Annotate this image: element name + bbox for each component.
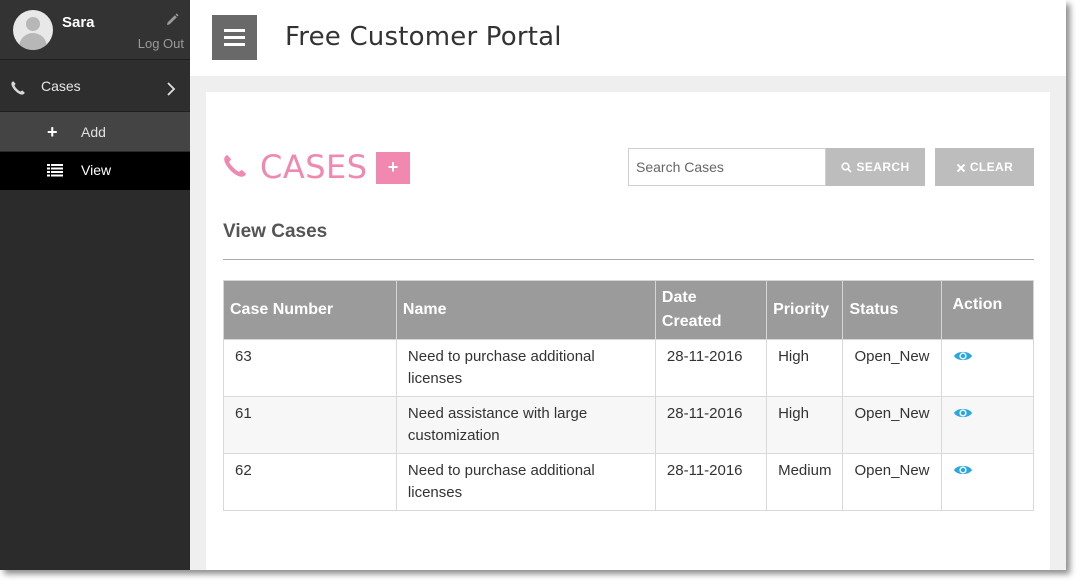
sidebar-item-label: Add xyxy=(81,124,106,140)
phone-icon xyxy=(224,154,247,177)
date-created-cell: 28-11-2016 xyxy=(654,453,768,511)
page-title-text: CASES xyxy=(260,148,368,186)
sidebar-item-label: View xyxy=(81,162,112,178)
case-number-cell: 62 xyxy=(223,453,397,511)
eye-icon[interactable] xyxy=(953,463,973,477)
cases-table: Case Number Name Date Created Priority S… xyxy=(223,280,1034,511)
section-heading: View Cases xyxy=(223,221,328,242)
clear-button-label: CLEAR xyxy=(969,160,1014,174)
column-header-date-created[interactable]: Date Created xyxy=(654,280,768,340)
priority-cell: High xyxy=(766,396,844,454)
action-cell xyxy=(940,453,1034,511)
list-icon xyxy=(47,164,63,177)
status-cell: Open_New xyxy=(842,339,942,397)
divider xyxy=(223,259,1034,260)
column-header-case-number[interactable]: Case Number xyxy=(223,280,397,340)
logout-link[interactable]: Log Out xyxy=(138,36,184,51)
status-cell: Open_New xyxy=(842,453,942,511)
avatar xyxy=(13,10,53,50)
pencil-icon[interactable] xyxy=(164,12,180,28)
top-header: Free Customer Portal xyxy=(190,0,1066,76)
date-created-cell: 28-11-2016 xyxy=(654,396,768,454)
sidebar-item-label: Cases xyxy=(41,78,81,94)
column-header-action: Action xyxy=(940,280,1034,340)
action-cell xyxy=(940,396,1034,454)
eye-icon[interactable] xyxy=(953,406,973,420)
add-case-button[interactable]: + xyxy=(376,152,410,184)
search-input[interactable] xyxy=(628,148,826,186)
table-row: 63 Need to purchase additional licenses … xyxy=(223,339,1034,397)
user-name: Sara xyxy=(62,14,95,31)
column-header-priority[interactable]: Priority xyxy=(766,280,844,340)
case-name-cell: Need assistance with large customization xyxy=(395,396,656,454)
column-header-status[interactable]: Status xyxy=(842,280,942,340)
table-row: 62 Need to purchase additional licenses … xyxy=(223,453,1034,511)
case-name-cell: Need to purchase additional licenses xyxy=(395,453,656,511)
app-window: Sara Log Out Cases + Add View Free Custo… xyxy=(0,0,1066,570)
plus-icon: + xyxy=(47,122,58,142)
hamburger-menu-button[interactable] xyxy=(212,15,257,60)
sidebar: Sara Log Out Cases + Add View xyxy=(0,0,190,570)
status-cell: Open_New xyxy=(842,396,942,454)
date-created-cell: 28-11-2016 xyxy=(654,339,768,397)
eye-icon[interactable] xyxy=(953,349,973,363)
sidebar-item-cases[interactable]: Cases xyxy=(0,60,190,112)
chevron-right-icon xyxy=(167,82,176,96)
action-cell xyxy=(940,339,1034,397)
search-button-label: SEARCH xyxy=(856,160,910,174)
search-button[interactable]: SEARCH xyxy=(826,148,925,186)
main-content: CASES + SEARCH CLEAR View Cases Case N xyxy=(206,92,1050,570)
case-number-cell: 61 xyxy=(223,396,397,454)
column-header-name[interactable]: Name xyxy=(395,280,656,340)
clear-button[interactable]: CLEAR xyxy=(935,148,1034,186)
phone-icon xyxy=(11,81,25,95)
table-header-row: Case Number Name Date Created Priority S… xyxy=(223,280,1034,340)
case-name-cell: Need to purchase additional licenses xyxy=(395,339,656,397)
search-icon xyxy=(841,162,853,173)
close-icon xyxy=(956,163,966,173)
priority-cell: High xyxy=(766,339,844,397)
table-row: 61 Need assistance with large customizat… xyxy=(223,396,1034,454)
sidebar-item-view[interactable]: View xyxy=(0,152,190,190)
priority-cell: Medium xyxy=(766,453,844,511)
case-number-cell: 63 xyxy=(223,339,397,397)
user-profile: Sara Log Out xyxy=(0,0,190,60)
portal-title: Free Customer Portal xyxy=(285,22,562,52)
sidebar-item-add[interactable]: + Add xyxy=(0,112,190,152)
